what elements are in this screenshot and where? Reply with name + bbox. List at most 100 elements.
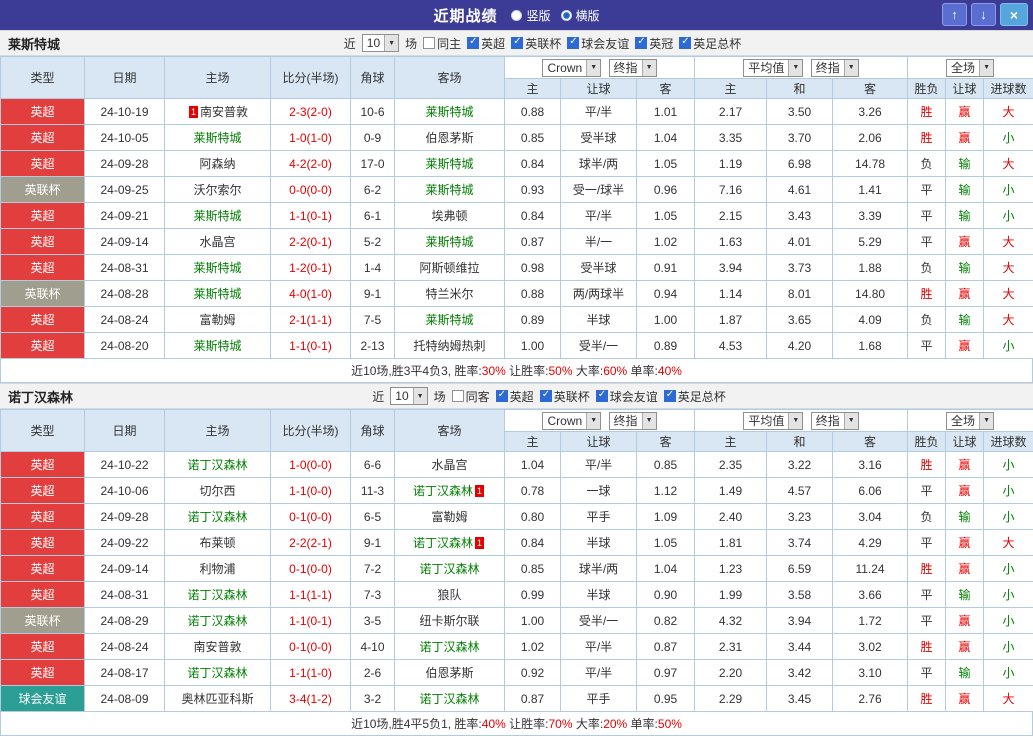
match-count-select[interactable]: 10▼ — [362, 34, 399, 52]
away-team-cell: 狼队 — [395, 582, 505, 608]
goals-result-cell: 大 — [984, 281, 1033, 307]
team-name-text: 诺丁汉森林 — [187, 666, 247, 680]
ah-home-odds: 0.89 — [505, 307, 561, 333]
asian-odds-select-cell: Crown▼ 终指▼ — [505, 410, 695, 432]
layout-radio-horizontal[interactable]: 横版 — [561, 7, 600, 24]
bookmaker-select[interactable]: Crown▼ — [542, 412, 601, 430]
result-cell: 负 — [908, 307, 946, 333]
corner-count: 6-1 — [351, 203, 395, 229]
league-checkbox-label: 英足总杯 — [693, 35, 741, 52]
ah-home-odds: 0.92 — [505, 660, 561, 686]
match-row: 英超24-08-24富勒姆2-1(1-1)7-5莱斯特城0.89半球1.001.… — [1, 307, 1033, 333]
match-date: 24-08-29 — [85, 608, 165, 634]
move-down-button[interactable]: ↓ — [971, 3, 996, 26]
league-checkbox-英足总杯[interactable]: 英足总杯 — [664, 388, 726, 405]
close-button[interactable]: × — [1000, 3, 1028, 26]
eu-away-odds: 1.41 — [833, 177, 908, 203]
final-odds-select-2[interactable]: 终指▼ — [811, 59, 859, 77]
team-name-text: 诺丁汉森林 — [187, 510, 247, 524]
league-checkbox-英足总杯[interactable]: 英足总杯 — [679, 35, 741, 52]
eu-away-odds: 14.78 — [833, 151, 908, 177]
eu-draw-odds: 3.45 — [767, 686, 833, 712]
handicap-result-cell: 输 — [946, 255, 984, 281]
filter-bar: 近 10▼ 场 同主 英超英联杯球会友谊英冠英足总杯 — [344, 34, 741, 52]
col-header-asian-result: 让球 — [946, 432, 984, 452]
away-team-cell: 莱斯特城 — [395, 229, 505, 255]
match-row: 英超24-09-14利物浦0-1(0-0)7-2诺丁汉森林0.85球半/两1.0… — [1, 556, 1033, 582]
eu-away-odds: 6.06 — [833, 478, 908, 504]
goals-result-cell: 小 — [984, 582, 1033, 608]
league-checkbox-球会友谊[interactable]: 球会友谊 — [567, 35, 629, 52]
team-name-text: 伯恩茅斯 — [425, 131, 473, 145]
ah-away-odds: 1.05 — [637, 203, 695, 229]
league-checkbox-英超[interactable]: 英超 — [496, 388, 534, 405]
league-checkbox-球会友谊[interactable]: 球会友谊 — [596, 388, 658, 405]
eu-draw-odds: 4.01 — [767, 229, 833, 255]
handicap-result-cell: 输 — [946, 177, 984, 203]
final-odds-select-2[interactable]: 终指▼ — [811, 412, 859, 430]
match-date: 24-08-17 — [85, 660, 165, 686]
scope-select[interactable]: 全场▼ — [946, 59, 994, 77]
team-name-text: 诺丁汉森林 — [413, 536, 473, 550]
match-row: 英超24-08-24南安普敦0-1(0-0)4-10诺丁汉森林1.02平/半0.… — [1, 634, 1033, 660]
checkbox-icon — [635, 37, 647, 49]
bookmaker-select[interactable]: Crown▼ — [542, 59, 601, 77]
away-team-cell: 特兰米尔 — [395, 281, 505, 307]
eu-draw-odds: 4.20 — [767, 333, 833, 359]
away-team-cell: 诺丁汉森林 — [395, 634, 505, 660]
league-checkbox-英联杯[interactable]: 英联杯 — [540, 388, 590, 405]
ah-home-odds: 1.00 — [505, 333, 561, 359]
checkbox-icon — [423, 37, 435, 49]
league-checkbox-英冠[interactable]: 英冠 — [635, 35, 673, 52]
home-team-cell: 莱斯特城 — [165, 203, 271, 229]
goals-result-cell: 大 — [984, 255, 1033, 281]
ah-home-odds: 0.98 — [505, 255, 561, 281]
chevron-down-icon: ▼ — [979, 413, 993, 429]
ah-line: 受半球 — [561, 255, 637, 281]
average-select[interactable]: 平均值▼ — [743, 59, 803, 77]
away-team-cell: 诺丁汉森林1 — [395, 478, 505, 504]
col-header-eu-away: 客 — [833, 432, 908, 452]
eu-draw-odds: 8.01 — [767, 281, 833, 307]
move-up-button[interactable]: ↑ — [942, 3, 967, 26]
team-section: 诺丁汉森林 近 10▼ 场 同客 英超英联杯球会友谊英足总杯 类型 日期 主场 — [0, 383, 1033, 736]
ah-away-odds: 0.87 — [637, 634, 695, 660]
result-cell: 胜 — [908, 452, 946, 478]
match-score: 1-2(0-1) — [271, 255, 351, 281]
match-row: 英超24-09-21莱斯特城1-1(0-1)6-1埃弗顿0.84平/半1.052… — [1, 203, 1033, 229]
scope-select[interactable]: 全场▼ — [946, 412, 994, 430]
layout-radio-vertical[interactable]: 竖版 — [511, 7, 550, 24]
asian-odds-select-cell: Crown▼ 终指▼ — [505, 57, 695, 79]
col-header-home: 主场 — [165, 57, 271, 99]
same-venue-checkbox[interactable]: 同主 — [423, 35, 461, 52]
average-select[interactable]: 平均值▼ — [743, 412, 803, 430]
league-checkbox-英联杯[interactable]: 英联杯 — [511, 35, 561, 52]
match-score: 1-1(0-0) — [271, 478, 351, 504]
home-team-cell: 莱斯特城 — [165, 333, 271, 359]
league-checkbox-英超[interactable]: 英超 — [467, 35, 505, 52]
chevron-down-icon: ▼ — [642, 60, 656, 76]
radio-label: 横版 — [576, 7, 600, 24]
handicap-result-cell: 赢 — [946, 634, 984, 660]
summary-segment: 让胜率: — [506, 715, 549, 732]
home-team-cell: 诺丁汉森林 — [165, 504, 271, 530]
final-odds-select[interactable]: 终指▼ — [609, 59, 657, 77]
match-count-select[interactable]: 10▼ — [390, 387, 427, 405]
same-venue-checkbox[interactable]: 同客 — [452, 388, 490, 405]
scope-select-cell: 全场▼ — [908, 57, 1033, 79]
eu-home-odds: 1.63 — [695, 229, 767, 255]
corner-count: 7-2 — [351, 556, 395, 582]
handicap-result-cell: 输 — [946, 203, 984, 229]
corner-count: 4-10 — [351, 634, 395, 660]
same-venue-label: 同客 — [466, 388, 490, 405]
final-odds-select[interactable]: 终指▼ — [609, 412, 657, 430]
col-header-asian-result: 让球 — [946, 79, 984, 99]
ah-home-odds: 0.93 — [505, 177, 561, 203]
corner-count: 7-5 — [351, 307, 395, 333]
team-name-text: 莱斯特城 — [193, 339, 241, 353]
eu-home-odds: 1.14 — [695, 281, 767, 307]
goals-result-cell: 小 — [984, 478, 1033, 504]
filter-unit-label: 场 — [405, 35, 417, 52]
scope-select-value: 全场 — [947, 413, 979, 429]
col-header-corner: 角球 — [351, 410, 395, 452]
